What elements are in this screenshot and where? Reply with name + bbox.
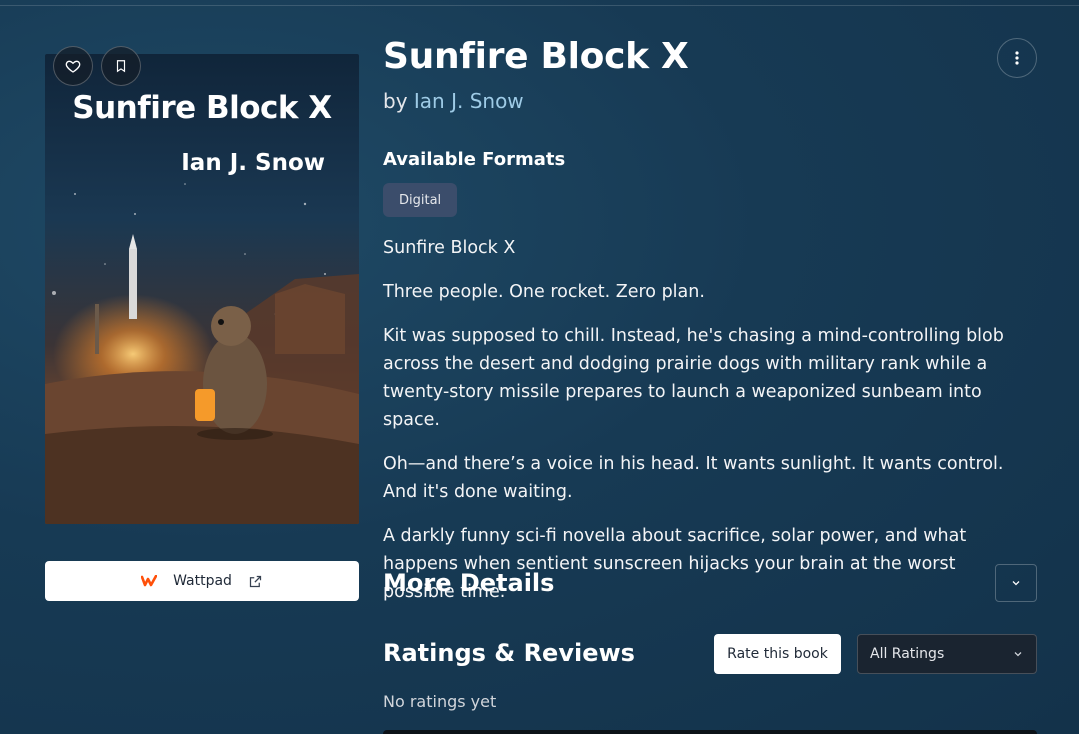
more-details-toggle[interactable] (995, 564, 1037, 602)
ratings-filter-select[interactable]: All Ratings (857, 634, 1037, 674)
description-paragraph: Three people. One rocket. Zero plan. (383, 282, 705, 302)
more-details-heading: More Details (383, 569, 555, 597)
book-title: Sunfire Block X (383, 36, 689, 77)
chevron-down-icon (1014, 652, 1022, 657)
ratings-filter-value: All Ratings (870, 646, 945, 662)
cover-author: Ian J. Snow (181, 150, 325, 176)
more-options-button[interactable] (997, 38, 1037, 78)
book-description: Sunfire Block X Three people. One rocket… (383, 234, 1023, 622)
store-link-label: Wattpad (173, 573, 232, 589)
ratings-heading: Ratings & Reviews (383, 639, 635, 667)
external-link-icon (249, 575, 262, 587)
by-label: by (383, 89, 408, 113)
wattpad-link[interactable]: Wattpad (45, 561, 359, 601)
book-cover: Sunfire Block X Ian J. Snow (45, 54, 359, 524)
byline: by Ian J. Snow (383, 89, 524, 113)
author-link[interactable]: Ian J. Snow (414, 89, 524, 113)
bookmark-button[interactable] (101, 46, 141, 86)
more-vertical-icon (1015, 51, 1019, 65)
description-paragraph: Sunfire Block X (383, 238, 516, 258)
bookmark-icon (116, 60, 126, 73)
top-divider (0, 5, 1079, 6)
description-paragraph: Oh—and there’s a voice in his head. It w… (383, 454, 1004, 502)
review-panel-edge (383, 730, 1037, 734)
chevron-down-icon (1012, 581, 1020, 586)
description-paragraph: Kit was supposed to chill. Instead, he's… (383, 326, 1004, 430)
wattpad-logo-icon (141, 575, 158, 587)
no-ratings-text: No ratings yet (383, 692, 497, 711)
formats-heading: Available Formats (383, 149, 566, 170)
rate-book-button[interactable]: Rate this book (714, 634, 841, 674)
favorite-button[interactable] (53, 46, 93, 86)
cover-title: Sunfire Block X (72, 90, 332, 126)
format-chip-digital[interactable]: Digital (383, 183, 458, 217)
heart-icon (65, 60, 81, 73)
